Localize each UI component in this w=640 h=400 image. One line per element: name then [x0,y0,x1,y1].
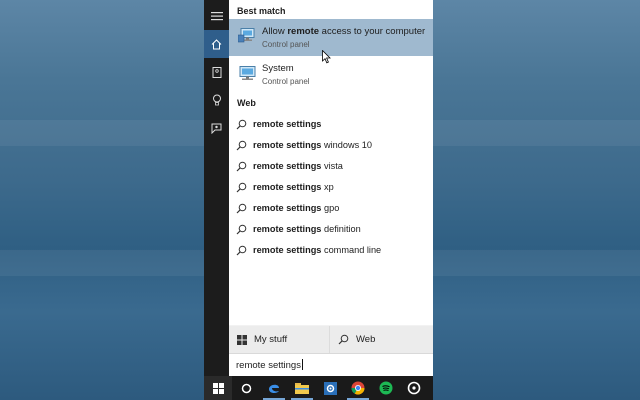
edge-button[interactable] [260,376,288,400]
settings-icon [323,381,337,395]
hamburger-menu-button[interactable] [204,2,229,30]
web-result-text: remote settings windows 10 [253,140,372,150]
web-result-item[interactable]: remote settings gpo [229,198,433,219]
mouse-cursor [322,50,331,64]
feedback-button[interactable] [204,114,229,142]
best-match-heading: Best match [237,6,286,16]
search-input-value: remote settings [236,359,303,371]
web-label: Web [356,334,376,345]
search-icon [236,245,247,256]
notebook-icon [212,66,221,78]
best-match-title: System [262,63,294,74]
text-caret [301,359,303,370]
results-list: Best match Allow remote access to your c… [229,0,433,325]
search-icon [236,182,247,193]
search-icon [236,119,247,130]
web-result-item[interactable]: remote settings vista [229,156,433,177]
search-icon [236,224,247,235]
notebook-button[interactable] [204,58,229,86]
home-button[interactable] [204,30,229,58]
hamburger-icon [210,12,223,21]
search-icon [236,203,247,214]
lightbulb-icon [212,94,221,106]
web-result-item[interactable]: remote settings xp [229,177,433,198]
monitor-icon [239,66,256,80]
web-result-text: remote settings definition [253,224,361,234]
groove-icon [407,381,421,395]
web-result-item[interactable]: remote settings [229,114,433,135]
best-match-subtitle: Control panel [262,77,310,86]
web-result-text: remote settings [253,119,322,129]
windows-start-icon [212,382,224,394]
search-results-panel: Best match Allow remote access to your c… [229,0,433,376]
edge-icon [269,384,279,394]
best-match-item-system[interactable]: System Control panel [229,56,433,93]
file-explorer-button[interactable] [288,376,316,400]
file-explorer-icon [295,383,309,394]
best-match-subtitle: Control panel [262,40,310,49]
web-result-text: remote settings xp [253,182,334,192]
spotify-icon [379,381,393,395]
spotify-button[interactable] [372,376,400,400]
web-result-item[interactable]: remote settings command line [229,240,433,261]
web-result-text: remote settings vista [253,161,343,171]
web-result-item[interactable]: remote settings windows 10 [229,135,433,156]
my-stuff-label: My stuff [254,334,288,345]
search-icon [338,334,349,345]
web-result-item[interactable]: remote settings definition [229,219,433,240]
feedback-icon [211,123,222,134]
cortana-button[interactable] [232,376,260,400]
settings-button[interactable] [316,376,344,400]
search-icon [236,140,247,151]
reminders-button[interactable] [204,86,229,114]
cortana-icon [241,383,251,393]
groove-music-button[interactable] [400,376,428,400]
monitor-icon [238,28,255,43]
web-result-text: remote settings gpo [253,203,340,213]
taskbar [204,376,433,400]
web-tab[interactable]: Web [330,326,433,353]
search-input[interactable]: remote settings [229,353,433,376]
web-heading: Web [237,98,256,108]
start-button[interactable] [204,376,232,400]
windows-logo-icon [237,334,247,345]
chrome-button[interactable] [344,376,372,400]
home-icon [211,38,222,49]
best-match-item-allow-remote-access[interactable]: Allow remote access to your computer Con… [229,19,433,56]
my-stuff-tab[interactable]: My stuff [229,326,329,353]
web-result-text: remote settings command line [253,245,382,255]
cortana-rail [204,0,229,376]
best-match-title: Allow remote access to your computer [262,26,426,37]
search-icon [236,161,247,172]
chrome-icon [351,381,365,395]
